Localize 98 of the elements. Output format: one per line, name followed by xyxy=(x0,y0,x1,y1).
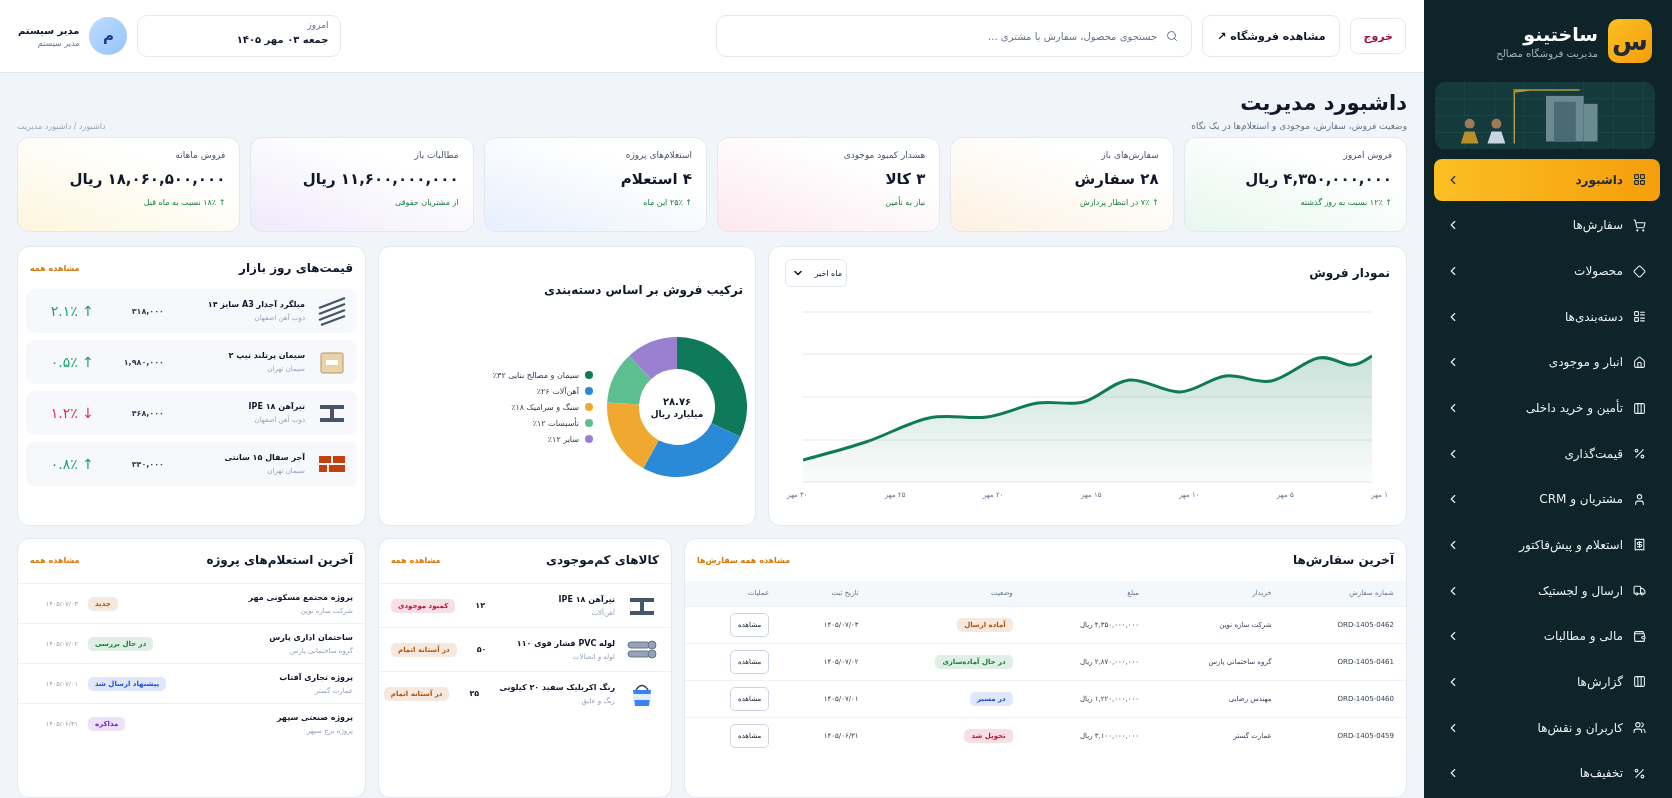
sidebar-item[interactable]: سفارش‌ها xyxy=(1434,204,1660,247)
product-price: ۳۴۰,۰۰۰ xyxy=(130,459,164,469)
stat-value: ۴ استعلام xyxy=(619,169,692,188)
stat-label: فروش امروز xyxy=(1342,149,1392,160)
stat-value: ۳ کالا xyxy=(884,169,926,188)
stat-value: ۴,۳۵۰,۰۰۰,۰۰۰ ریال xyxy=(1244,169,1392,188)
search-icon xyxy=(1166,30,1179,42)
product-name: آجر سفال ۱۵ سانتی xyxy=(223,453,305,462)
cart-icon xyxy=(1633,219,1646,232)
house-icon xyxy=(1633,355,1646,369)
percent-icon xyxy=(1633,766,1646,780)
stat-note: ↑ ۱۸٪ نسبت به ماه قبل xyxy=(142,197,226,207)
stat-label: فروش ماهانه xyxy=(174,149,226,160)
legend-label: سنگ و سرامیک ۱۸٪ xyxy=(511,402,579,412)
stock-quantity: ۵۰ xyxy=(475,645,488,654)
legend-label: سایر ۱۲٪ xyxy=(547,434,579,444)
product-name: سیمان پرتلند تیپ ۲ xyxy=(227,351,305,360)
sidebar-item[interactable]: قیمت‌گذاری xyxy=(1434,432,1660,475)
stat-note: ↑ ۱۲٪ نسبت به روز گذشته xyxy=(1299,197,1392,207)
receipt-icon xyxy=(1633,538,1646,552)
product-price: ۳۱۸,۰۰۰ xyxy=(130,306,164,316)
product-name: رنگ اکریلیک سفید ۲۰ کیلویی xyxy=(499,682,615,692)
stat-label: هشدار کمبود موجودی xyxy=(842,149,926,160)
brand-tagline: مدیریت فروشگاه مصالح xyxy=(1496,47,1598,59)
card-title: کالاهای کم‌موجودی xyxy=(545,553,659,567)
view-store-button[interactable]: مشاهده فروشگاه ↗ xyxy=(1202,15,1341,57)
columns-icon xyxy=(1633,401,1646,415)
range-select[interactable]: ماه اخیر xyxy=(785,259,847,287)
project-name: ساختمان اداری پارس xyxy=(268,632,353,642)
diamond-icon xyxy=(1633,264,1646,278)
price-change: ↑ ۲.۱٪ xyxy=(49,303,94,319)
card-title: نمودار فروش xyxy=(1309,266,1390,280)
legend-label: آهن‌آلات ۲۶٪ xyxy=(536,386,579,396)
project-name: پروژه صنعتی سپهر xyxy=(275,712,353,722)
product-price: ۴۶۸,۰۰۰ xyxy=(130,408,164,418)
columns-icon xyxy=(1633,675,1646,689)
stat-label: مطالبات باز xyxy=(413,149,459,160)
product-name: لوله PVC فشار قوی ۱۱۰ xyxy=(515,638,615,648)
stat-label: استعلام‌های پروژه xyxy=(624,149,692,160)
sidebar-item[interactable]: کاربران و نقش‌ها xyxy=(1434,706,1660,749)
product-name: تیرآهن IPE ۱۸ xyxy=(557,594,615,604)
card-title: ترکیب فروش بر اساس دسته‌بندی xyxy=(543,283,743,297)
sidebar-item[interactable]: استعلام و پیش‌فاکتور xyxy=(1434,524,1660,566)
stat-note: از مشتریان حقوقی xyxy=(394,197,459,207)
sidebar-item[interactable]: انبار و موجودی xyxy=(1434,341,1660,384)
user-avatar[interactable]: م xyxy=(89,17,128,55)
stock-quantity: ۱۲ xyxy=(474,601,487,610)
donut-slice xyxy=(607,355,651,405)
stat-value: ۲۸ سفارش xyxy=(1073,169,1159,188)
price-change: ↓ ۱.۲٪ xyxy=(49,405,94,421)
sidebar-item[interactable]: مشتریان و CRM xyxy=(1434,478,1660,521)
breadcrumb: داشبورد / داشبورد مدیریت xyxy=(17,121,106,131)
people-icon xyxy=(1633,721,1646,735)
user-role: مدیر سیستم xyxy=(36,38,80,48)
price-change: ↑ ۰.۵٪ xyxy=(49,354,94,370)
brand-name: ساختینو xyxy=(1521,22,1598,45)
list-icon xyxy=(1633,310,1646,324)
stat-note: ↑ ۲۵٪ این ماه xyxy=(642,197,692,207)
sidebar-item[interactable]: محصولات xyxy=(1434,250,1660,292)
price-change: ↑ ۰.۸٪ xyxy=(49,456,94,472)
project-name: پروژه مجتمع مسکونی مهر xyxy=(247,592,353,602)
product-name: میلگرد آجدار A3 سایز ۱۴ xyxy=(206,300,305,309)
stock-quantity: ۲۵ xyxy=(468,689,481,698)
stat-value: ۱۸,۰۶۰,۵۰۰,۰۰۰ ریال xyxy=(68,169,226,188)
grid-icon xyxy=(1633,173,1646,187)
project-name: پروژه تجاری آفتاب xyxy=(278,672,353,682)
product-price: ۱,۹۸۰,۰۰۰ xyxy=(122,357,164,367)
person-icon xyxy=(1633,492,1646,506)
date-value: جمعه ۰۳ مهر ۱۴۰۵ xyxy=(235,34,329,45)
stat-note: ↑ ۷٪ در انتظار پردازش xyxy=(1079,197,1159,207)
stat-value: ۱۱,۶۰۰,۰۰۰,۰۰۰ ریال xyxy=(301,169,459,188)
card-title: آخرین سفارش‌ها xyxy=(1293,553,1394,567)
page-subtitle: وضعیت فروش، سفارش، موجودی و استعلام‌ها در یک نگاه xyxy=(1191,120,1407,131)
sidebar-item[interactable]: مالی و مطالبات xyxy=(1434,615,1660,658)
legend-label: تأسیسات ۱۲٪ xyxy=(532,418,579,428)
wallet-icon xyxy=(1633,629,1646,643)
page-title: داشبورد مدیریت xyxy=(1239,90,1407,115)
date-label: امروز xyxy=(306,20,329,30)
user-name: مدیر سیستم xyxy=(18,24,80,36)
sidebar-item[interactable]: دسته‌بندی‌ها xyxy=(1434,295,1660,338)
sidebar-item[interactable]: تأمین و خرید داخلی xyxy=(1434,387,1660,429)
sidebar-item[interactable]: داشبورد xyxy=(1434,159,1660,201)
percent-icon xyxy=(1633,447,1646,461)
donut-total: ۲۸.۷۶ xyxy=(662,395,692,407)
sidebar-item[interactable]: گزارش‌ها xyxy=(1434,661,1660,703)
sidebar-item[interactable]: تخفیف‌ها xyxy=(1434,752,1660,794)
search-field[interactable]: جستجوی محصول، سفارش یا مشتری ... xyxy=(716,15,1193,57)
product-name: تیرآهن IPE ۱۸ xyxy=(247,402,305,411)
stat-note: نیاز به تأمین xyxy=(884,197,926,207)
truck-icon xyxy=(1633,584,1646,598)
stat-label: سفارش‌های باز xyxy=(1100,149,1159,160)
card-title: آخرین استعلام‌های پروژه xyxy=(206,553,353,567)
donut-unit: میلیارد ریال xyxy=(650,408,704,419)
logout-button[interactable]: خروج xyxy=(1350,18,1406,54)
sidebar-item[interactable]: ارسال و لجستیک xyxy=(1434,569,1660,612)
card-title: قیمت‌های روز بازار xyxy=(239,261,353,275)
legend-label: سیمان و مصالح بنایی ۳۲٪ xyxy=(492,370,579,380)
app-logo: س xyxy=(1608,18,1652,63)
